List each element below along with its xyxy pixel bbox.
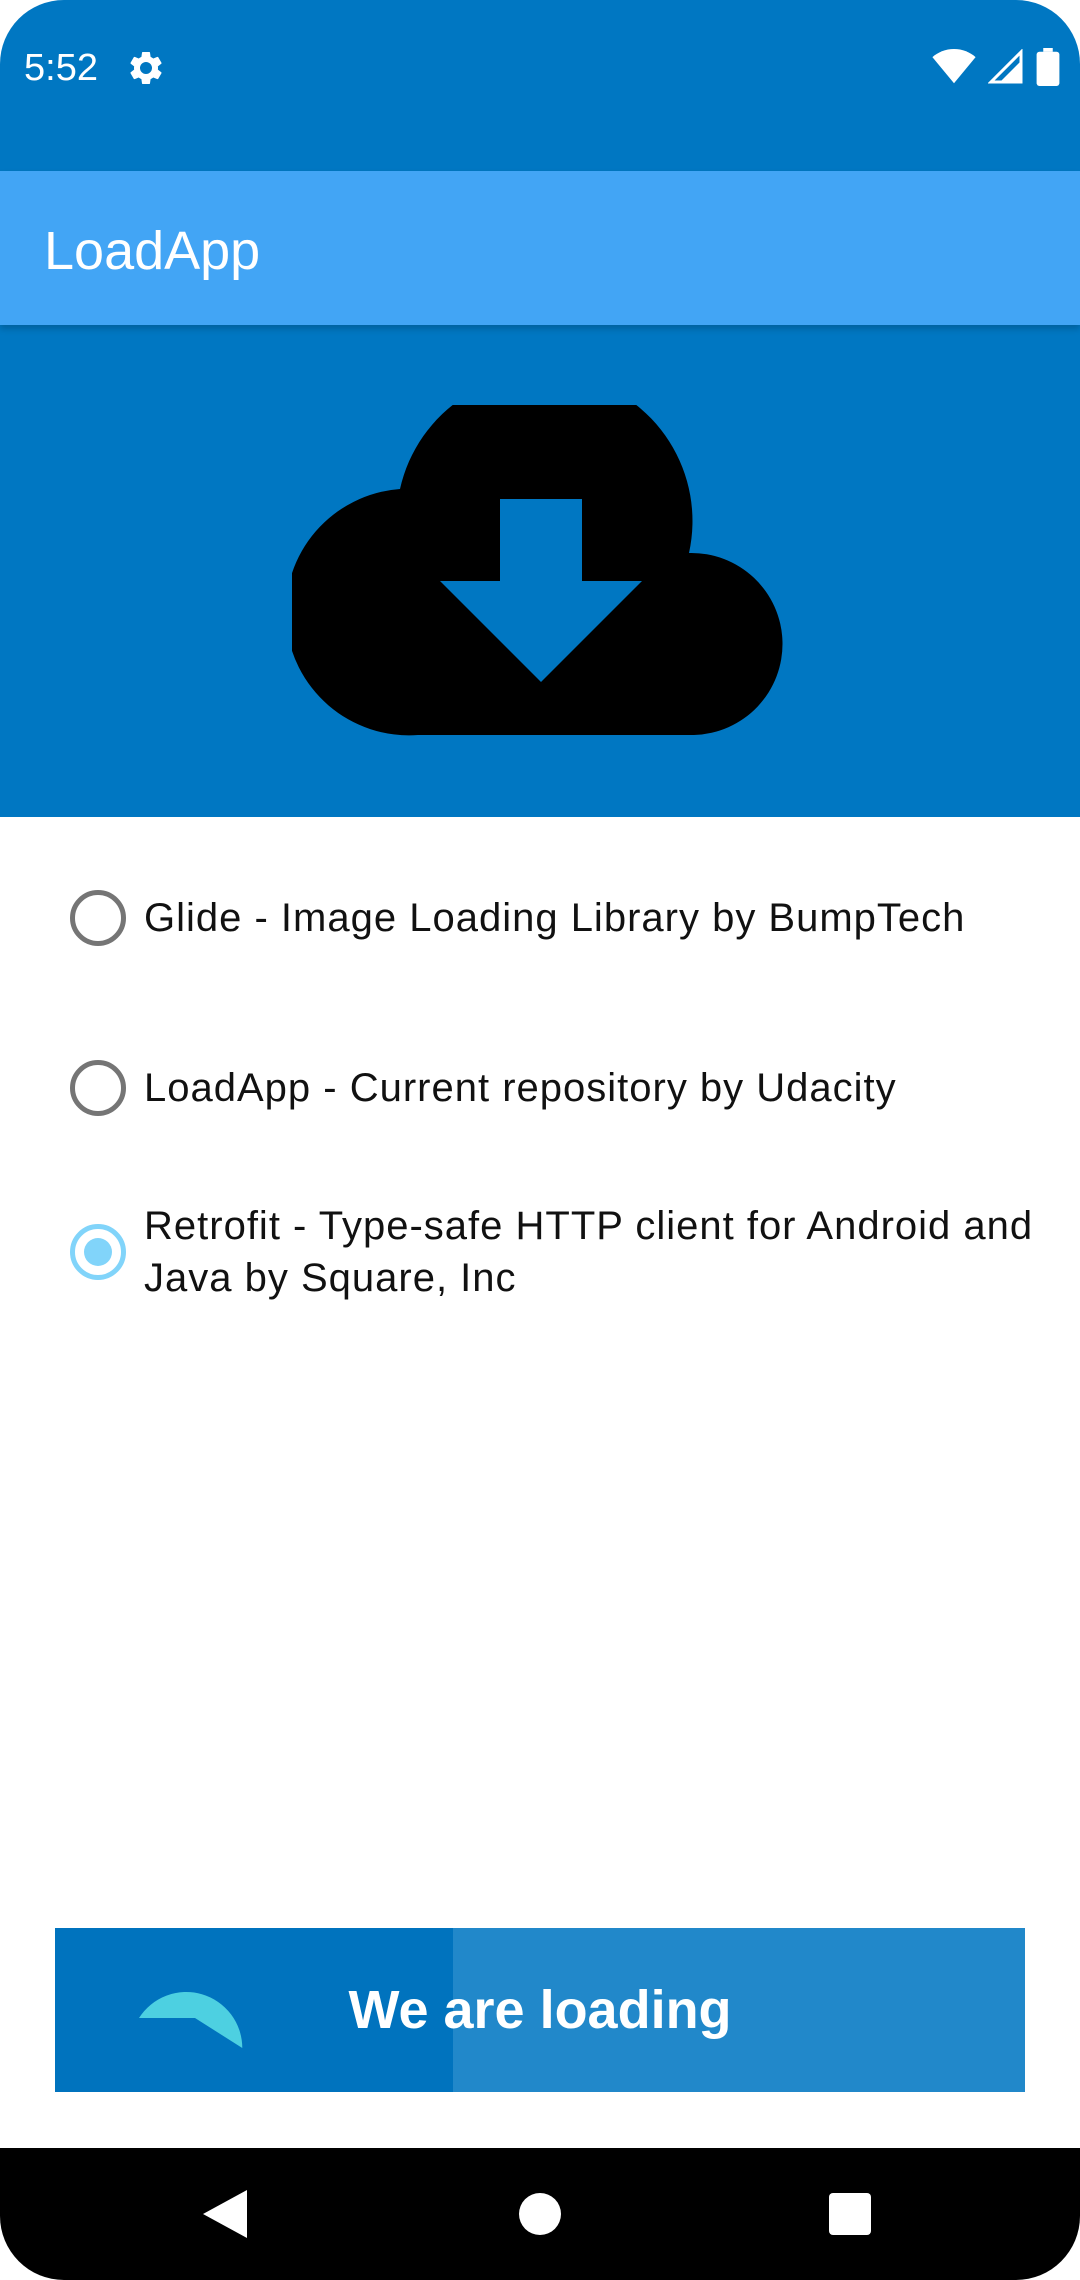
status-icons [932, 48, 1060, 86]
back-button[interactable] [165, 2148, 285, 2280]
option-label: Glide - Image Loading Library by BumpTec… [144, 896, 966, 940]
radio-button-selected[interactable] [70, 1224, 126, 1280]
screen: 5:52 LoadApp Glide - Image Loading Libra… [0, 0, 1080, 2280]
option-glide[interactable]: Glide - Image Loading Library by BumpTec… [70, 890, 1050, 946]
option-retrofit[interactable]: Retrofit - Type-safe HTTP client for And… [70, 1200, 1050, 1304]
home-icon [519, 2193, 561, 2235]
cloud-download-icon [292, 405, 783, 736]
option-label: Retrofit - Type-safe HTTP client for And… [144, 1204, 1034, 1300]
recents-button[interactable] [790, 2148, 910, 2280]
cellular-signal-icon [988, 49, 1023, 84]
button-label: We are loading [348, 1980, 732, 2040]
hero-banner [0, 325, 1080, 817]
option-label: LoadApp - Current repository by Udacity [144, 1066, 897, 1110]
back-icon [203, 2190, 247, 2238]
radio-button[interactable] [70, 1060, 126, 1116]
download-button[interactable]: We are loading [55, 1928, 1025, 2092]
recents-icon [829, 2193, 871, 2235]
home-button[interactable] [480, 2148, 600, 2280]
radio-button[interactable] [70, 890, 126, 946]
app-title: LoadApp [44, 221, 261, 281]
navigation-bar [0, 2148, 1080, 2280]
gear-icon [130, 51, 162, 84]
wifi-icon [932, 49, 976, 84]
option-loadapp[interactable]: LoadApp - Current repository by Udacity [70, 1060, 1050, 1116]
status-bar: 5:52 [0, 0, 1080, 171]
status-time: 5:52 [24, 47, 98, 89]
app-bar: LoadApp [0, 171, 1080, 325]
battery-icon [1036, 48, 1060, 86]
